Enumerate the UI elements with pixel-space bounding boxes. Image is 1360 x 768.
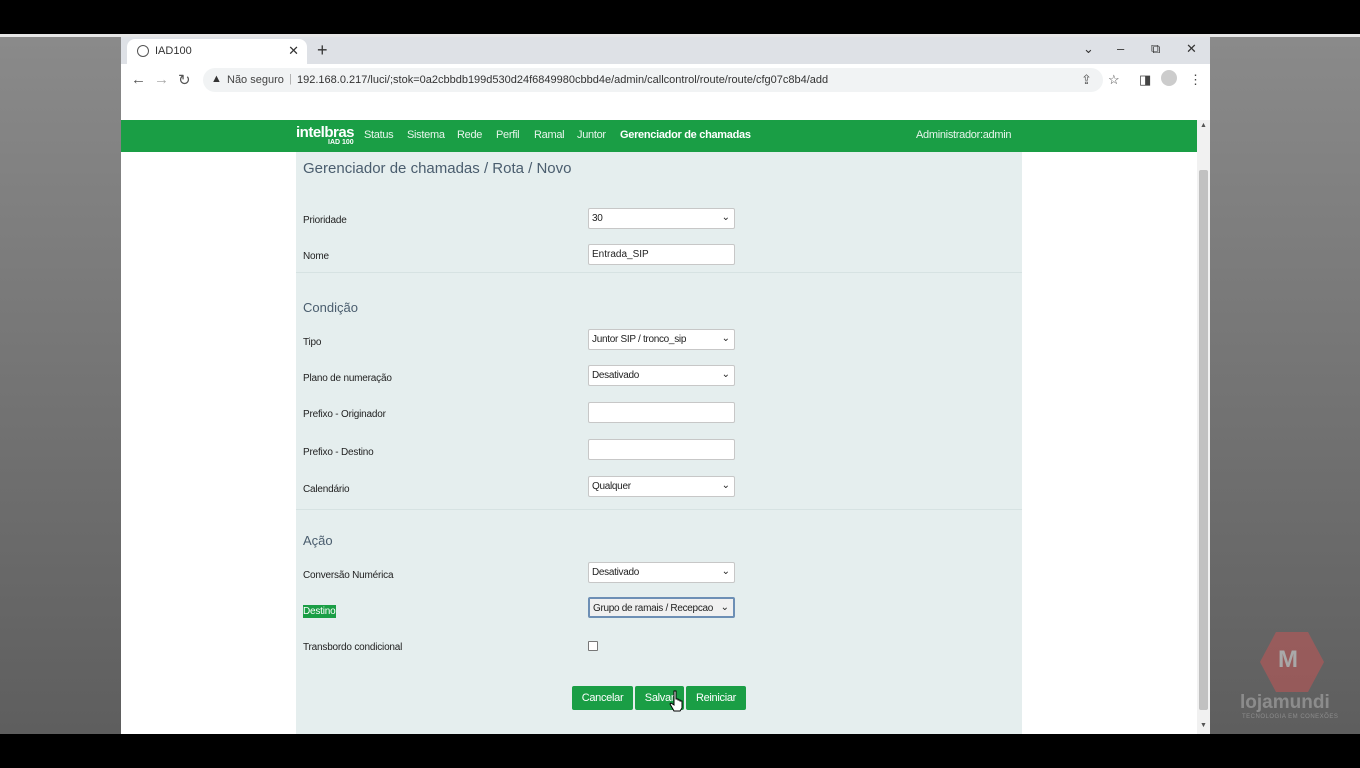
globe-icon <box>137 45 149 57</box>
video-top-letterbox <box>0 0 1360 36</box>
nav-ramal[interactable]: Ramal <box>534 129 565 141</box>
scrollbar-thumb[interactable] <box>1199 170 1208 710</box>
chevron-down-icon: ⌄ <box>721 566 730 577</box>
calendar-select[interactable]: Qualquer ⌄ <box>588 476 735 497</box>
bookmark-star-icon[interactable]: ☆ <box>1108 72 1120 88</box>
video-bottom-letterbox <box>0 734 1360 768</box>
nav-perfil[interactable]: Perfil <box>496 129 520 141</box>
not-secure-label[interactable]: Não seguro <box>227 74 284 86</box>
conversion-select[interactable]: Desativado ⌄ <box>588 562 735 583</box>
nav-gerenciador-de-chamadas[interactable]: Gerenciador de chamadas <box>620 129 751 141</box>
close-window-icon[interactable]: ✕ <box>1186 41 1197 57</box>
calendar-label: Calendário <box>303 484 350 495</box>
hand-cursor-icon <box>669 690 683 712</box>
back-icon[interactable]: ← <box>131 71 146 88</box>
destination-value: Grupo de ramais / Recepcao <box>593 603 714 614</box>
nav-status[interactable]: Status <box>364 129 394 141</box>
action-heading: Ação <box>303 533 333 548</box>
section-divider <box>296 509 1022 510</box>
warning-icon: ▲ <box>211 73 222 85</box>
calendar-value: Qualquer <box>592 481 631 492</box>
watermark-name: lojamundi <box>1240 692 1330 713</box>
page-title: Gerenciador de chamadas / Rota / Novo <box>303 160 572 177</box>
name-value: Entrada_SIP <box>592 249 649 260</box>
admin-label: Administrador:admin <box>916 129 1012 141</box>
conversion-label: Conversão Numérica <box>303 570 394 581</box>
tab-strip: IAD100 ✕ + ⌄ – ⧉ ✕ <box>121 37 1210 64</box>
watermark: M lojamundi TECNOLOGIA EM CONEXÕES <box>1240 630 1350 725</box>
numbering-plan-label: Plano de numeração <box>303 373 392 384</box>
vertical-scrollbar[interactable]: ▲ ▼ <box>1197 120 1210 734</box>
scroll-down-icon[interactable]: ▼ <box>1200 722 1207 729</box>
priority-label: Prioridade <box>303 215 347 226</box>
top-nav-bar: intelbras IAD 100 Status Sistema Rede Pe… <box>121 120 1197 152</box>
numbering-plan-select[interactable]: Desativado ⌄ <box>588 365 735 386</box>
prefix-destination-label: Prefixo - Destino <box>303 447 374 458</box>
route-form-panel: Gerenciador de chamadas / Rota / Novo Pr… <box>296 152 1022 734</box>
cancel-button[interactable]: Cancelar <box>572 686 633 710</box>
scroll-up-icon[interactable]: ▲ <box>1200 122 1207 129</box>
conversion-value: Desativado <box>592 567 640 578</box>
chevron-down-icon: ⌄ <box>720 602 729 613</box>
profile-avatar-icon[interactable] <box>1161 70 1177 86</box>
type-label: Tipo <box>303 337 322 348</box>
priority-value: 30 <box>592 213 603 224</box>
address-bar[interactable]: ▲ Não seguro | 192.168.0.217/luci/;stok=… <box>203 68 1103 92</box>
numbering-plan-value: Desativado <box>592 370 640 381</box>
type-select[interactable]: Juntor SIP / tronco_sip ⌄ <box>588 329 735 350</box>
prefix-origin-label: Prefixo - Originador <box>303 409 386 420</box>
prefix-destination-input[interactable] <box>588 439 735 460</box>
chevron-down-icon: ⌄ <box>721 369 730 380</box>
chevron-down-icon: ⌄ <box>721 212 730 223</box>
reload-icon[interactable]: ↻ <box>178 71 191 89</box>
destination-select[interactable]: Grupo de ramais / Recepcao ⌄ <box>588 597 735 618</box>
name-input[interactable]: Entrada_SIP <box>588 244 735 265</box>
chevron-down-icon: ⌄ <box>721 480 730 491</box>
new-tab-button[interactable]: + <box>317 40 328 61</box>
watermark-letter: M <box>1278 646 1298 673</box>
minimize-icon[interactable]: – <box>1117 41 1124 56</box>
section-divider <box>296 272 1022 273</box>
browser-tab[interactable]: IAD100 ✕ <box>127 39 307 64</box>
prefix-origin-input[interactable] <box>588 402 735 423</box>
menu-kebab-icon[interactable]: ⋮ <box>1189 72 1202 88</box>
overflow-checkbox[interactable] <box>588 641 598 651</box>
name-label: Nome <box>303 251 329 262</box>
url-text[interactable]: 192.168.0.217/luci/;stok=0a2cbbdb199d530… <box>297 74 828 86</box>
page-viewport: intelbras IAD 100 Status Sistema Rede Pe… <box>121 96 1210 734</box>
side-panel-icon[interactable]: ◨ <box>1139 72 1151 88</box>
priority-select[interactable]: 30 ⌄ <box>588 208 735 229</box>
forward-icon[interactable]: → <box>154 71 169 88</box>
address-row: ← → ↻ ▲ Não seguro | 192.168.0.217/luci/… <box>121 64 1210 96</box>
logo-subtitle: IAD 100 <box>328 139 354 146</box>
overflow-label: Transbordo condicional <box>303 642 403 653</box>
browser-window: IAD100 ✕ + ⌄ – ⧉ ✕ ← → ↻ ▲ Não seguro | … <box>121 37 1210 734</box>
watermark-tagline: TECNOLOGIA EM CONEXÕES <box>1242 714 1339 720</box>
restore-icon[interactable]: ⧉ <box>1151 41 1160 57</box>
condition-heading: Condição <box>303 300 358 315</box>
type-value: Juntor SIP / tronco_sip <box>592 334 687 345</box>
share-icon[interactable]: ⇪ <box>1081 72 1092 88</box>
omnibox-separator: | <box>289 73 292 85</box>
tab-search-icon[interactable]: ⌄ <box>1083 41 1094 57</box>
nav-rede[interactable]: Rede <box>457 129 482 141</box>
reset-button[interactable]: Reiniciar <box>686 686 746 710</box>
destination-label: Destino <box>303 605 336 618</box>
close-tab-icon[interactable]: ✕ <box>288 43 299 59</box>
nav-juntor[interactable]: Juntor <box>577 129 606 141</box>
tab-title: IAD100 <box>155 45 192 57</box>
nav-sistema[interactable]: Sistema <box>407 129 445 141</box>
chevron-down-icon: ⌄ <box>721 333 730 344</box>
left-backdrop <box>0 37 121 734</box>
